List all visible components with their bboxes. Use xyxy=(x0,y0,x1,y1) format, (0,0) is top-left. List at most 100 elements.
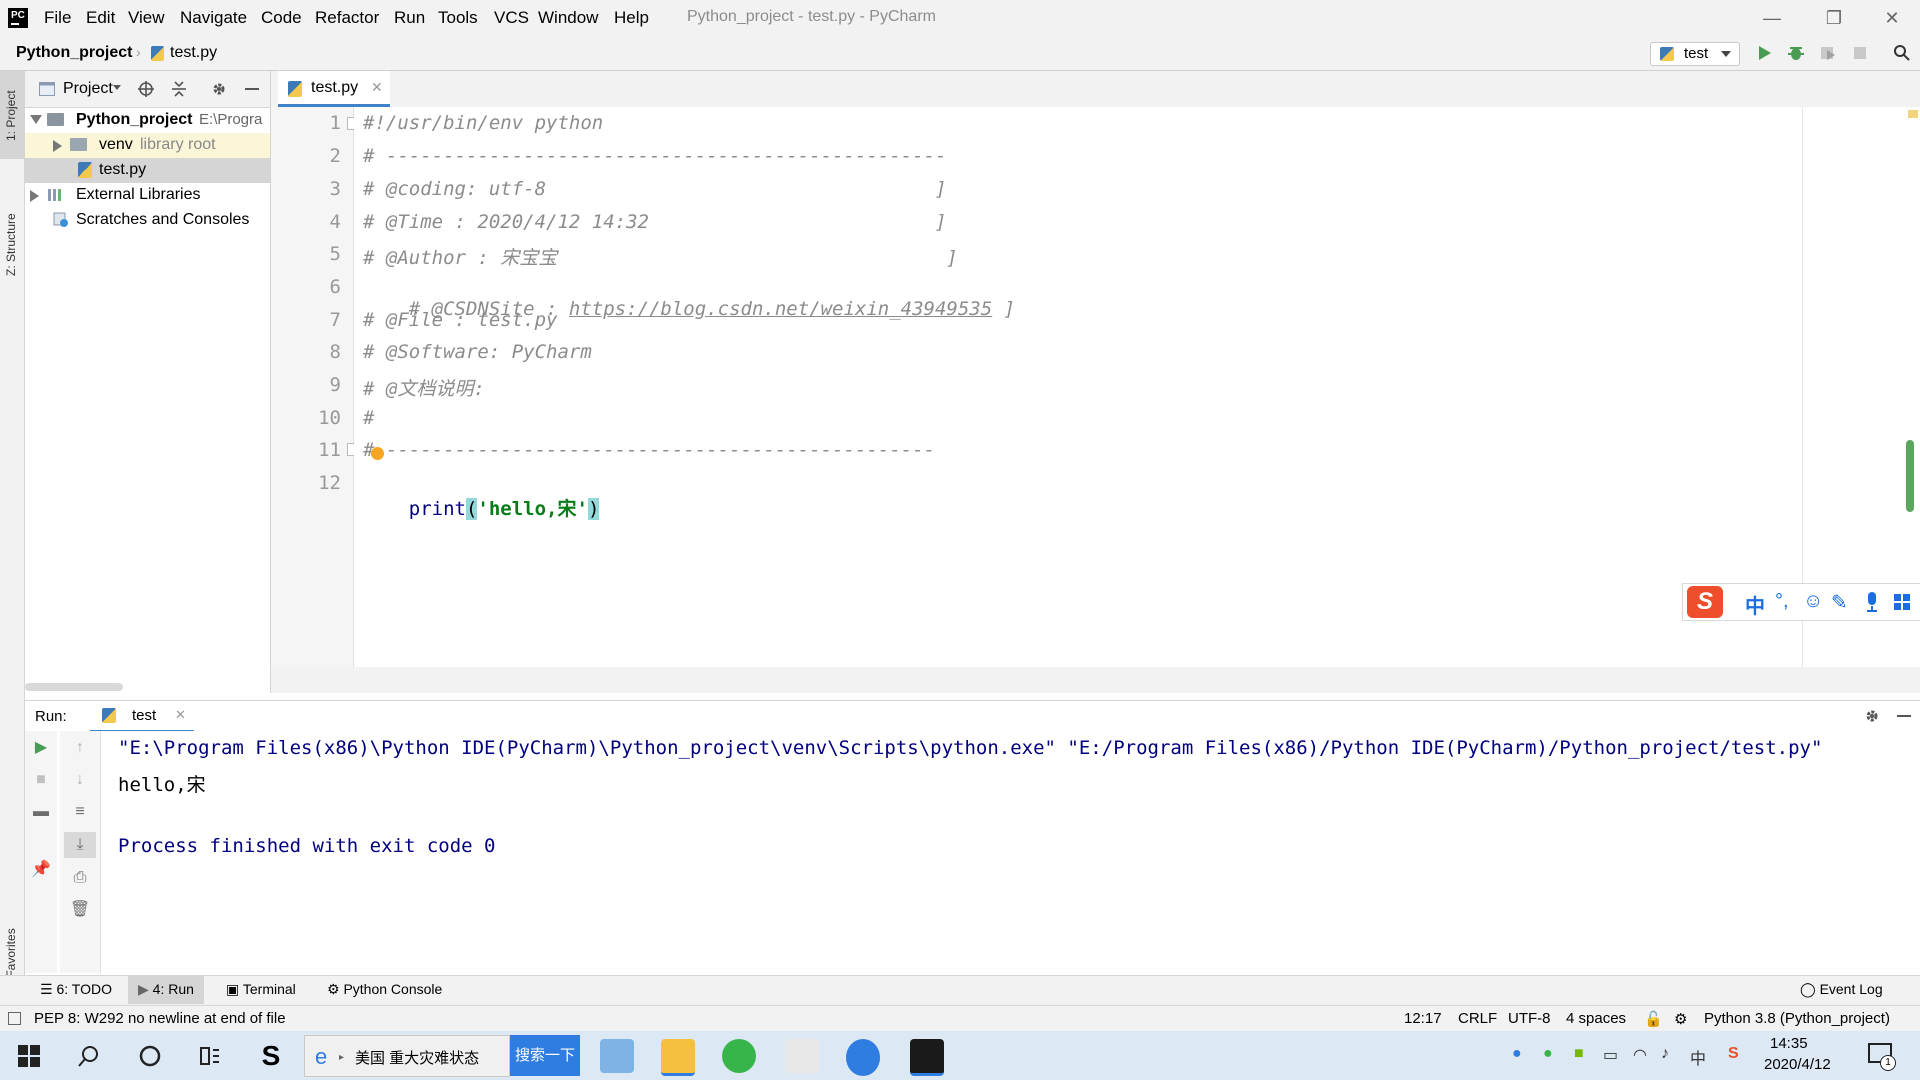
menu-tools[interactable]: Tools xyxy=(438,8,478,28)
close-window-button[interactable]: ✕ xyxy=(1872,5,1912,31)
volume-icon[interactable]: ♪ xyxy=(1661,1045,1669,1063)
restore-layout-icon[interactable]: ▬ xyxy=(25,799,57,825)
event-log-tab[interactable]: ◯ Event Log xyxy=(1800,981,1883,998)
stop-icon[interactable]: ■ xyxy=(25,767,57,793)
news-search-box[interactable]: e ▸ 美国 重大灾难状态 xyxy=(304,1035,510,1077)
collapse-all-icon[interactable] xyxy=(170,80,188,98)
menu-help[interactable]: Help xyxy=(614,8,649,28)
pin-tab-icon[interactable]: 📌 xyxy=(25,857,57,883)
search-everywhere-icon[interactable] xyxy=(1893,44,1911,62)
gear-icon[interactable] xyxy=(210,80,228,98)
print-icon[interactable]: ⎙ xyxy=(64,865,96,891)
project-tool-tab[interactable]: 1: Project xyxy=(0,71,24,159)
windows-start-icon[interactable] xyxy=(18,1045,40,1067)
tree-item-python-project[interactable]: Python_project E:\Progra xyxy=(25,108,270,133)
project-view-selector[interactable]: Project xyxy=(63,80,113,98)
indent-setting[interactable]: 4 spaces xyxy=(1566,1010,1626,1027)
python-console-tab[interactable]: ⚙ Python Console xyxy=(327,981,442,998)
menu-refactor[interactable]: Refactor xyxy=(315,8,379,28)
restore-button[interactable]: ❐ xyxy=(1814,5,1854,31)
line-separator[interactable]: CRLF xyxy=(1458,1010,1497,1027)
hide-panel-icon[interactable] xyxy=(245,88,259,90)
browser-360-icon[interactable] xyxy=(722,1039,756,1073)
rerun-icon[interactable]: ▶ xyxy=(25,735,57,761)
gear-icon[interactable] xyxy=(1863,707,1881,725)
clock-date[interactable]: 2020/4/12 xyxy=(1764,1056,1831,1073)
python-app-icon[interactable] xyxy=(785,1039,819,1073)
trash-icon[interactable]: 🗑 xyxy=(64,897,96,923)
input-language-indicator[interactable]: 中 xyxy=(1690,1045,1706,1069)
terminal-tab[interactable]: ▣ Terminal xyxy=(226,981,296,998)
wifi-icon[interactable]: ◠ xyxy=(1633,1045,1647,1065)
structure-tool-tab[interactable]: Z: Structure xyxy=(0,181,24,281)
clock-time[interactable]: 14:35 xyxy=(1770,1035,1808,1052)
close-icon[interactable]: ✕ xyxy=(371,79,383,96)
file-encoding[interactable]: UTF-8 xyxy=(1508,1010,1551,1027)
menu-edit[interactable]: Edit xyxy=(86,8,115,28)
tray-app-icon[interactable]: ● xyxy=(1512,1045,1522,1063)
interpreter-selector[interactable]: Python 3.8 (Python_project) xyxy=(1704,1010,1890,1027)
tree-item-scratches[interactable]: Scratches and Consoles xyxy=(25,208,270,233)
breadcrumb-file[interactable]: test.py xyxy=(170,44,217,62)
horizontal-scrollbar[interactable] xyxy=(25,683,123,691)
stop-icon[interactable] xyxy=(1851,44,1869,62)
down-arrow-icon[interactable]: ↓ xyxy=(64,767,96,793)
lightbulb-icon[interactable] xyxy=(371,447,384,460)
sogou-ime-logo[interactable]: S xyxy=(1687,586,1723,618)
run-console[interactable]: "E:\Program Files(x86)\Python IDE(PyChar… xyxy=(101,731,1920,973)
menu-navigate[interactable]: Navigate xyxy=(180,8,247,28)
sogou-app-icon[interactable]: S xyxy=(254,1039,288,1073)
lock-icon[interactable]: 🔓 xyxy=(1644,1010,1663,1028)
breadcrumb-project[interactable]: Python_project xyxy=(16,44,132,62)
editor-scrollbar[interactable] xyxy=(1906,440,1914,512)
caret-position[interactable]: 12:17 xyxy=(1404,1010,1442,1027)
locate-file-icon[interactable] xyxy=(137,80,155,98)
cortana-icon[interactable] xyxy=(139,1045,161,1067)
nvidia-icon[interactable]: ■ xyxy=(1574,1045,1584,1063)
file-explorer-icon[interactable] xyxy=(661,1039,695,1076)
hide-panel-icon[interactable] xyxy=(1897,715,1911,717)
scroll-to-end-icon[interactable]: ⤓ xyxy=(64,832,96,858)
debug-icon[interactable] xyxy=(1787,44,1805,62)
menu-file[interactable]: File xyxy=(44,8,71,28)
punctuation-icon[interactable]: °, xyxy=(1775,590,1789,613)
ime-language-toggle[interactable]: 中 xyxy=(1745,590,1765,619)
tree-item-external-libraries[interactable]: External Libraries xyxy=(25,183,270,208)
run-tab-test[interactable]: test ✕ xyxy=(90,701,194,733)
tree-item-venv[interactable]: venv library root xyxy=(25,133,270,158)
run-tool-tab[interactable]: ▶ 4: Run xyxy=(128,976,204,1004)
sogou-tray-icon[interactable]: S xyxy=(1728,1045,1739,1063)
tree-item-label: test.py xyxy=(99,161,147,178)
menu-code[interactable]: Code xyxy=(261,8,302,28)
battery-icon[interactable]: ▭ xyxy=(1603,1045,1618,1065)
handwriting-icon[interactable]: ✎ xyxy=(1831,590,1848,615)
menu-view[interactable]: View xyxy=(128,8,165,28)
menu-run[interactable]: Run xyxy=(394,8,425,28)
menu-window[interactable]: Window xyxy=(538,8,598,28)
todo-tab[interactable]: ☰ 6: TODO xyxy=(40,981,112,998)
warning-stripe-marker[interactable] xyxy=(1908,110,1918,118)
status-bar: PEP 8: W292 no newline at end of file 12… xyxy=(0,1005,1920,1032)
run-config-selector[interactable]: test xyxy=(1650,42,1740,66)
close-icon[interactable]: ✕ xyxy=(175,707,186,723)
toggle-tool-windows-icon[interactable] xyxy=(8,1012,21,1025)
menu-vcs[interactable]: VCS xyxy=(494,8,529,28)
up-arrow-icon[interactable]: ↑ xyxy=(64,735,96,761)
feishu-icon[interactable] xyxy=(846,1039,880,1076)
search-button[interactable]: 搜索一下 xyxy=(510,1035,580,1076)
tree-item-test-py[interactable]: test.py xyxy=(25,158,270,183)
run-with-coverage-icon[interactable] xyxy=(1819,44,1837,62)
tray-360-icon[interactable]: ● xyxy=(1543,1045,1553,1063)
search-icon[interactable] xyxy=(78,1045,100,1067)
task-view-icon[interactable] xyxy=(199,1045,221,1067)
soft-wrap-icon[interactable]: ≡ xyxy=(64,799,96,825)
control-panel-icon[interactable] xyxy=(600,1039,634,1073)
emoji-icon[interactable]: ☺ xyxy=(1803,590,1823,613)
microphone-icon[interactable] xyxy=(1865,592,1879,612)
pycharm-taskbar-icon[interactable] xyxy=(910,1039,944,1076)
minimize-button[interactable]: — xyxy=(1752,5,1792,31)
run-icon[interactable] xyxy=(1755,44,1773,62)
toolbox-grid-icon[interactable] xyxy=(1893,593,1911,611)
csdn-link[interactable]: https://blog.csdn.net/weixin_43949535 xyxy=(569,298,992,320)
tab-test-py[interactable]: test.py ✕ xyxy=(278,71,390,107)
